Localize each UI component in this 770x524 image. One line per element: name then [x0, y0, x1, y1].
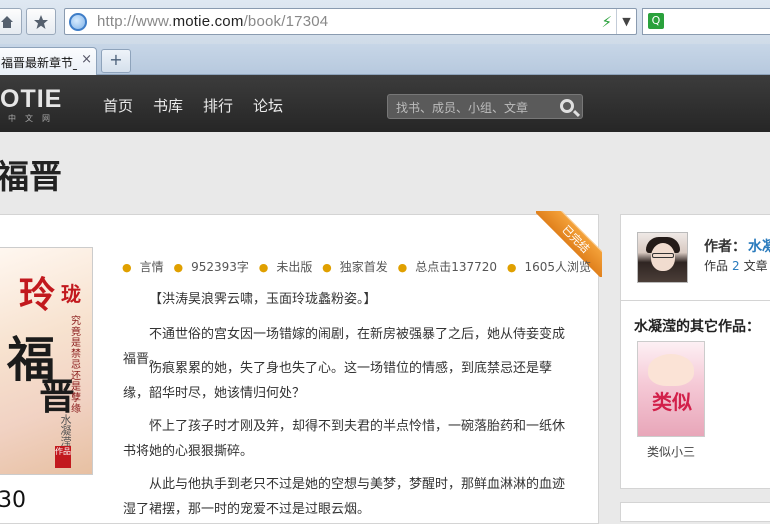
nav-ranking[interactable]: 排行: [203, 95, 233, 116]
book-title: 福晋: [0, 157, 62, 196]
other-work-cover[interactable]: 类似: [637, 341, 705, 437]
chevron-down-icon: ▼: [622, 15, 631, 28]
cover-seal: 作品: [55, 446, 71, 468]
synopsis-paragraph: 伤痕累累的她，失了身也失了心。这一场错位的情感，到底禁忌还是孽缘，韶华时尽，她该…: [123, 361, 553, 401]
meta-views: ● 1605人浏览: [506, 260, 592, 274]
cover-char-1b: 珑: [61, 282, 81, 306]
url-text[interactable]: http://www.motie.com/book/17304: [97, 13, 328, 30]
meta-exclusive: ● 独家首发: [322, 260, 388, 274]
site-nav-bar: OTIE 中文网 首页 书库 排行 论坛 找书、成员、小组、文章: [0, 75, 770, 132]
site-logo[interactable]: OTIE: [0, 85, 62, 114]
search-placeholder: 找书、成员、小组、文章: [396, 101, 529, 115]
bullet-icon: ●: [322, 261, 332, 274]
cover-art: [648, 354, 694, 386]
synopsis-paragraph: 怀上了孩子时才刚及笄，却得不到夫君的半点怜惜，一碗落胎药和一纸休书将她的心狠狠撕…: [123, 419, 566, 459]
search-engine-box[interactable]: Q: [642, 8, 770, 35]
other-work-title-link[interactable]: 类似小三: [647, 443, 695, 460]
bullet-icon: ●: [397, 261, 408, 274]
tab-strip: 福晋最新章节_原 × +: [0, 44, 770, 75]
author-avatar[interactable]: [637, 232, 688, 283]
avatar-glasses: [652, 253, 674, 258]
globe-icon: [69, 13, 87, 31]
cover-author: 水凝滢: [59, 414, 72, 447]
close-icon[interactable]: ×: [81, 52, 92, 67]
bullet-icon: ●: [173, 261, 184, 274]
rating-number: 30: [0, 488, 26, 513]
author-name-link[interactable]: 水凝: [748, 236, 770, 256]
bullet-icon: ●: [506, 261, 517, 274]
author-label: 作者：: [704, 239, 746, 255]
other-cover-text: 类似: [652, 390, 692, 414]
search-icon[interactable]: [560, 99, 574, 113]
synopsis-paragraph: 从此与他执手到老只不过是她的空想与美梦，梦醒时，那鲜血淋淋的血迹湿了裙摆，那一时…: [123, 477, 566, 517]
sidebar-card: [620, 502, 770, 522]
new-tab-button[interactable]: +: [101, 49, 131, 73]
browser-toolbar: http://www.motie.com/book/17304 ⚡ ▼ Q: [0, 0, 770, 44]
synopsis-paragraph: 【洪涛昊浪霁云啸，玉面玲珑蠡粉姿。】: [149, 292, 377, 307]
other-works-heading: 水凝滢的其它作品：: [634, 319, 760, 335]
meta-publish-status: ● 未出版: [258, 260, 313, 274]
nav-forum[interactable]: 论坛: [253, 95, 283, 116]
meta-clicks: ● 总点击137720: [397, 260, 498, 274]
favorites-button[interactable]: [26, 8, 56, 35]
bullet-icon: ●: [122, 261, 132, 274]
search-engine-icon[interactable]: Q: [648, 13, 664, 29]
star-icon: [34, 14, 48, 29]
address-dropdown-button[interactable]: ▼: [616, 9, 636, 34]
meta-genre[interactable]: ● 言情: [122, 258, 164, 275]
home-button[interactable]: [0, 8, 22, 35]
cover-tagline: 究竟是禁忌还是孽缘: [71, 316, 81, 415]
bullet-icon: ●: [258, 261, 269, 274]
book-meta: ● 言情 ● 952393字 ● 未出版 ● 独家首发 ● 总点击137720 ● 1605…: [122, 258, 597, 274]
site-logo-subtitle: 中文网: [8, 114, 59, 123]
nav-home[interactable]: 首页: [103, 95, 133, 116]
meta-wordcount: ● 952393字: [173, 260, 249, 274]
site-search-input[interactable]: 找书、成员、小组、文章: [387, 94, 583, 119]
cover-char-3: 晋: [39, 377, 76, 418]
home-icon: [1, 15, 13, 28]
browser-tab[interactable]: 福晋最新章节_原 ×: [0, 47, 97, 75]
lightning-icon[interactable]: ⚡: [601, 13, 612, 31]
tab-title: 福晋最新章节_原: [1, 56, 77, 70]
author-stats: 作品 2 文章: [704, 259, 768, 273]
cover-char-1: 玲: [19, 275, 56, 316]
book-cover[interactable]: 玲 珑 福 晋 究竟是禁忌还是孽缘 水凝滢 作品: [0, 247, 93, 475]
nav-library[interactable]: 书库: [153, 95, 183, 116]
works-count-link[interactable]: 2: [732, 259, 740, 273]
address-bar[interactable]: http://www.motie.com/book/17304 ⚡ ▼: [64, 8, 637, 35]
